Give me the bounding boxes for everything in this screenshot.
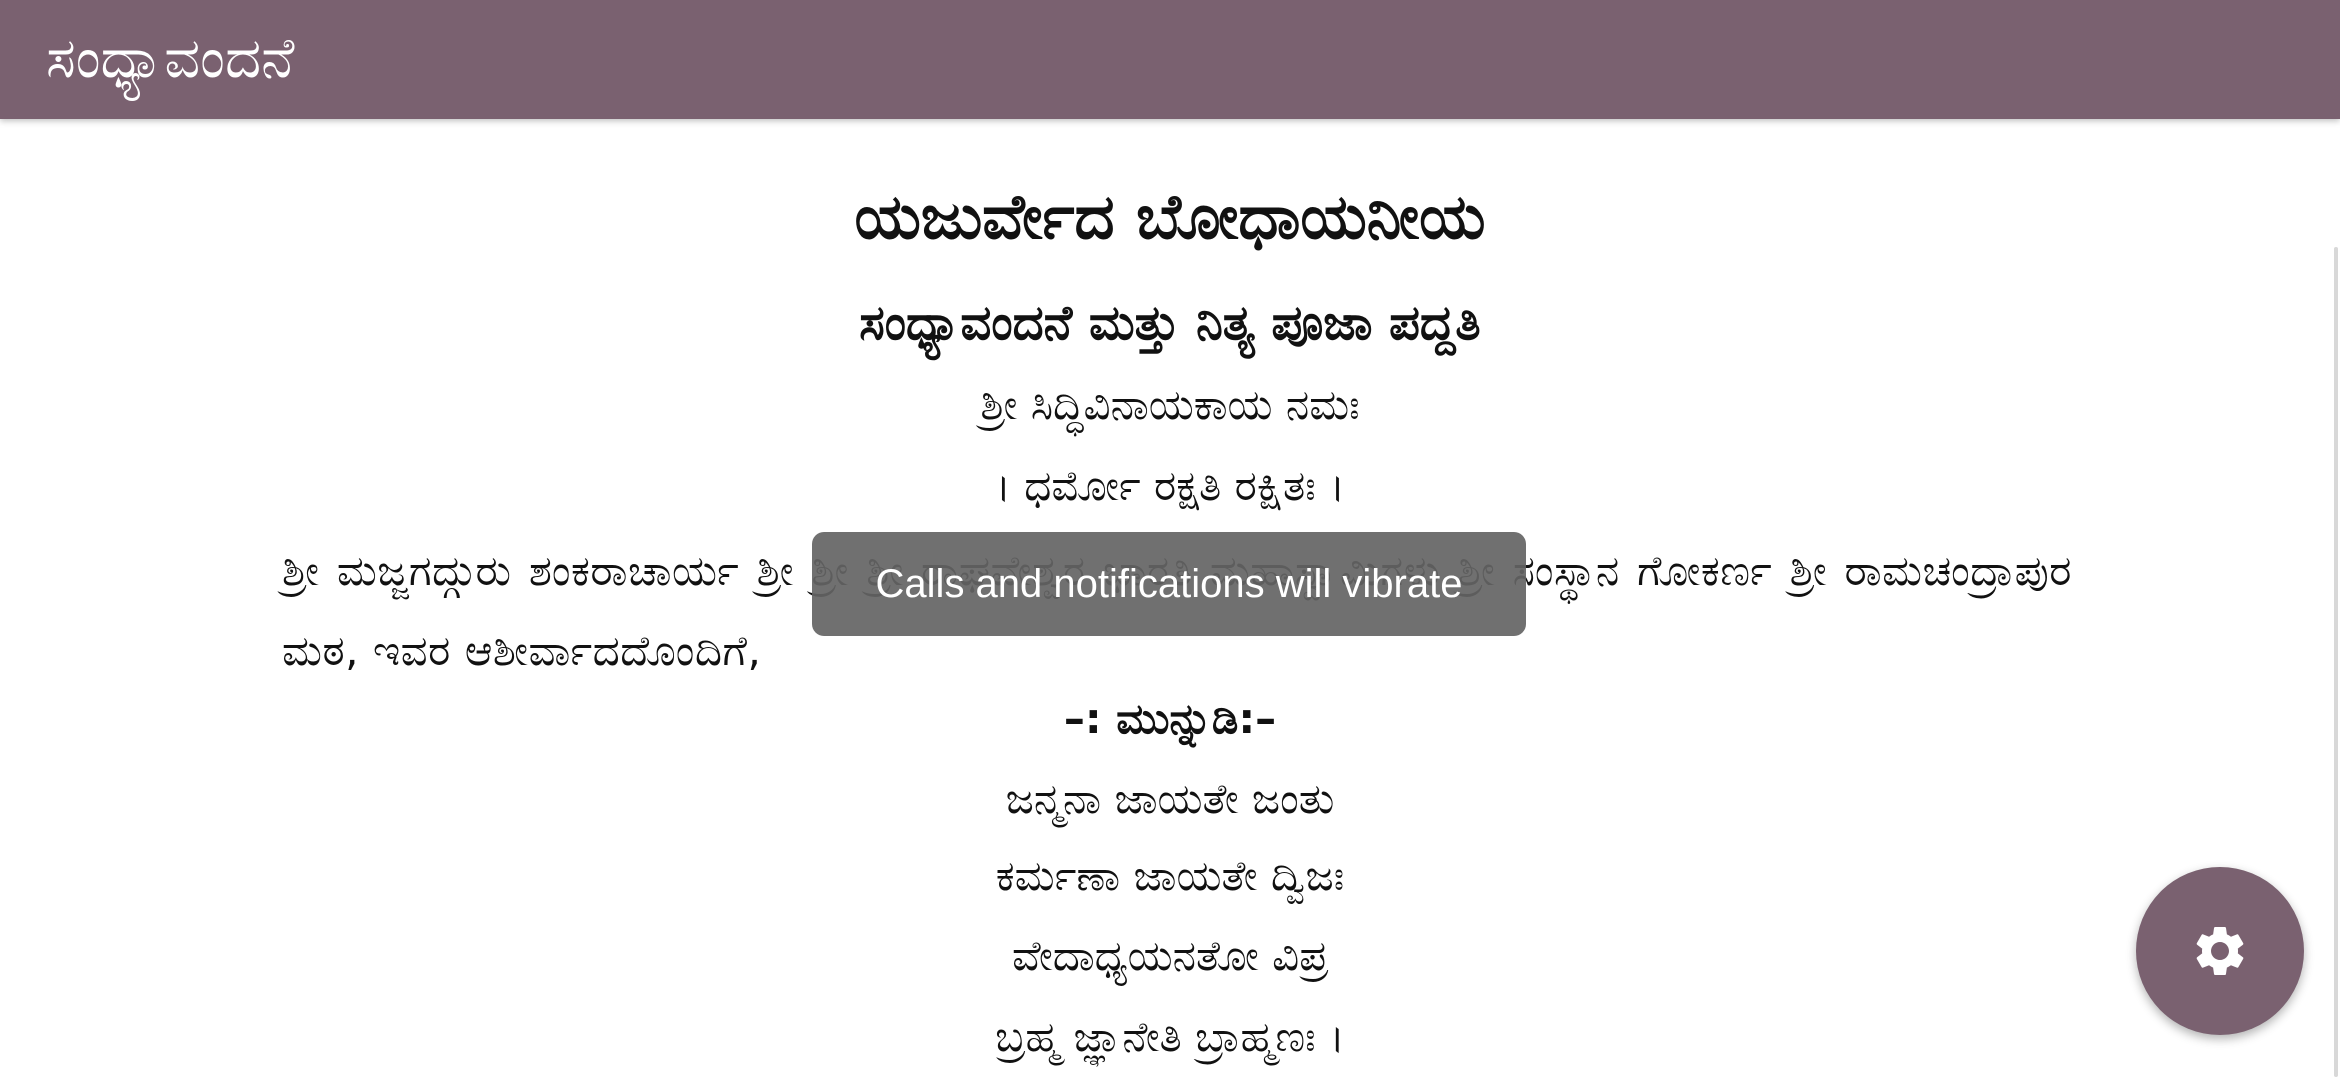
verse-line: ಬ್ರಹ್ಮ ಜ್ಞಾನೇತಿ ಬ್ರಾಹ್ಮಣಃ । (995, 1012, 1345, 1061)
motto-line: । ಧರ್ಮೋ ರಕ್ಷತಿ ರಕ್ಷಿತಃ । (994, 461, 1346, 510)
document-title: ಯಜುರ್ವೇದ ಬೋಧಾಯನೀಯ (854, 180, 1486, 253)
toast-notification: Calls and notifications will vibrate (812, 532, 1526, 636)
gear-icon (2196, 927, 2244, 975)
verse-line: ಜನ್ಮನಾ ಜಾಯತೇ ಜಂತು (1005, 774, 1335, 823)
document-subtitle: ಸಂಧ್ಯಾವಂದನೆ ಮತ್ತು ನಿತ್ಯ ಪೂಜಾ ಪದ್ದತಿ (859, 295, 1481, 351)
verse-line: ವೇದಾಧ್ಯಯನತೋ ವಿಪ್ರ (1011, 931, 1328, 980)
preface-heading: –: ಮುನ್ನುಡಿ:– (1063, 694, 1277, 743)
scrollbar[interactable] (2330, 119, 2340, 1080)
verse-line: ಕರ್ಮಣಾ ಜಾಯತೇ ದ್ವಿಜಃ (995, 851, 1345, 900)
settings-fab-button[interactable] (2136, 867, 2304, 1035)
invocation-line: ಶ್ರೀ ಸಿದ್ಧಿವಿನಾಯಕಾಯ ನಮಃ (980, 380, 1360, 429)
app-title: ಸಂಧ್ಯಾವಂದನೆ (46, 26, 295, 91)
app-bar: ಸಂಧ್ಯಾವಂದನೆ (0, 0, 2340, 119)
scrollbar-thumb[interactable] (2334, 247, 2338, 1077)
